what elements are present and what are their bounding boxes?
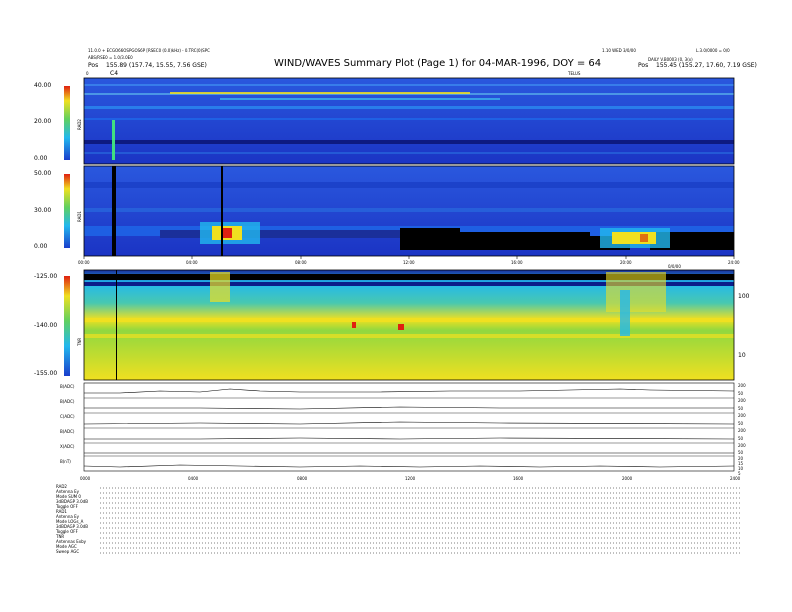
aux-label-5: X(ADC) — [60, 444, 75, 449]
aux-xtick-4: 1600 — [513, 476, 524, 481]
aux-label-4: B(ADC) — [60, 429, 75, 434]
tnr-tick-mid: -140.00 — [34, 322, 58, 329]
aux-xtick-5: 2000 — [622, 476, 633, 481]
tnr-panel — [84, 270, 734, 380]
aux3-rt2: 50 — [738, 421, 744, 426]
aux-xtick-6: 2400 — [730, 476, 741, 481]
xtick-4: 16:00 — [511, 260, 523, 265]
rad2-ytick-bottom: 0.00 — [34, 155, 48, 162]
rad2-colorbar — [64, 86, 70, 160]
aux-label-6: B(nT) — [60, 459, 71, 464]
rad1-label: RAD1 — [77, 211, 82, 222]
rad1-colorbar — [64, 174, 70, 248]
aux-xtick-2: 0800 — [297, 476, 308, 481]
rad1-ytick-bottom: 0.00 — [34, 243, 48, 250]
aux-label-1: B(ADC) — [60, 384, 75, 389]
rad2-ytick-top: 40.00 — [34, 82, 52, 89]
tnr-label: TNR — [77, 337, 82, 346]
xtick-1: 04:00 — [186, 260, 198, 265]
aux4-rt1: 200 — [738, 428, 746, 433]
rad2-ytick-mid: 20.00 — [34, 118, 52, 125]
xtick-0: 00:00 — [78, 260, 90, 265]
xtick-2: 08:00 — [295, 260, 307, 265]
tnr-tick-bottom: -155.00 — [34, 370, 58, 377]
rad2-panel — [84, 78, 734, 164]
aux4-rt2: 50 — [738, 436, 744, 441]
xtick-3: 12:00 — [403, 260, 415, 265]
aux-xtick-3: 1200 — [405, 476, 416, 481]
aux-label-3: C(ADC) — [60, 414, 75, 419]
aux-panels — [83, 382, 735, 472]
tnr-right-tick-10: 10 — [738, 352, 746, 359]
aux2-rt1: 200 — [738, 398, 746, 403]
aux1-rt2: 50 — [738, 391, 744, 396]
tnr-right-tick-100: 100 — [738, 293, 750, 300]
tnr-tick-top: -125.00 — [34, 273, 58, 280]
footer-dotted-lines — [100, 487, 740, 554]
xtick-5: 20:00 — [620, 260, 632, 265]
aux-label-2: B(ADC) — [60, 399, 75, 404]
rad1-ytick-mid: 30.00 — [34, 207, 52, 214]
aux-xtick-1: 0400 — [188, 476, 199, 481]
rad2-label: RAD2 — [77, 119, 82, 130]
aux1-rt1: 200 — [738, 383, 746, 388]
xtick-6: 24:00 — [728, 260, 740, 265]
aux2-rt2: 50 — [738, 406, 744, 411]
rad1-ytick-top: 50.00 — [34, 170, 52, 177]
footer-table: RAD2 Antenna Ey Mode SUM 0 3dBDAGP 3.0dB… — [56, 484, 88, 554]
aux3-rt1: 200 — [738, 413, 746, 418]
rad1-panel — [84, 166, 734, 256]
aux5-rt2: 50 — [738, 450, 744, 455]
aux5-rt1: 200 — [738, 443, 746, 448]
footer-row: Sweep AGC — [56, 549, 80, 554]
tnr-right-small-label: 0/0/00 — [668, 264, 681, 269]
tnr-colorbar — [64, 276, 70, 376]
aux-xtick-0: 0000 — [80, 476, 91, 481]
